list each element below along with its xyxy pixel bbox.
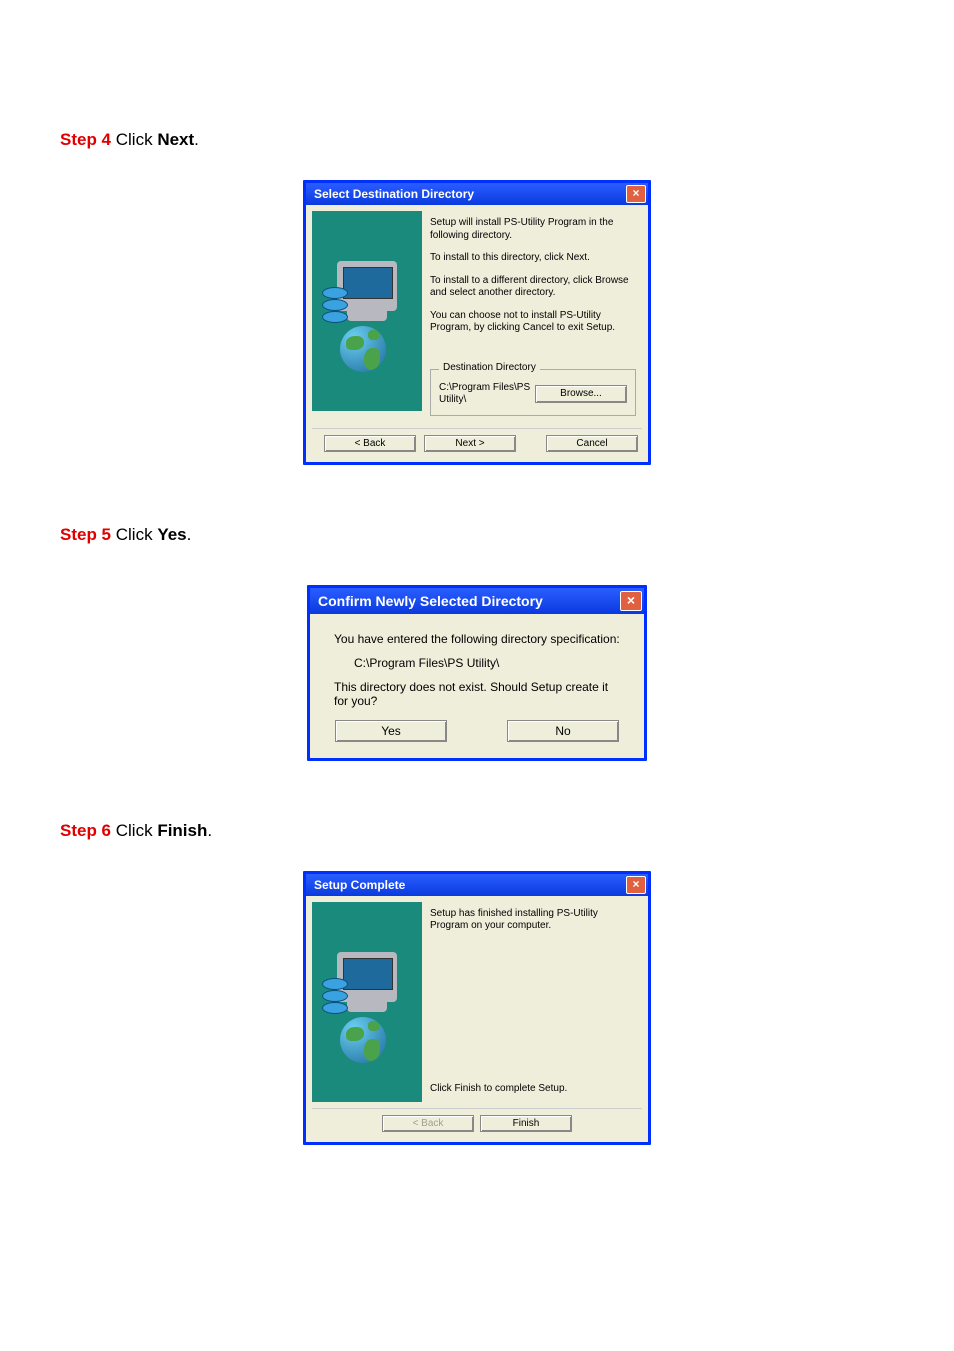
select-destination-dialog: Select Destination Directory × Se: [303, 180, 651, 465]
destination-directory-label: Destination Directory: [439, 362, 540, 375]
dialog3-title: Setup Complete: [314, 878, 405, 892]
destination-directory-path: C:\Program Files\PS Utility\: [439, 382, 535, 407]
dialog3-paragraph-2: Click Finish to complete Setup.: [430, 1083, 636, 1096]
step-6-after: .: [207, 821, 212, 840]
step-4-label: Step 4: [60, 130, 116, 149]
dialog1-paragraph-1: Setup will install PS-Utility Program in…: [430, 217, 636, 242]
no-button[interactable]: No: [507, 720, 619, 742]
step-5-label: Step 5: [60, 525, 116, 544]
back-button[interactable]: < Back: [324, 435, 416, 452]
cancel-button[interactable]: Cancel: [546, 435, 638, 452]
dialog2-title: Confirm Newly Selected Directory: [318, 593, 543, 609]
dialog1-titlebar: Select Destination Directory ×: [306, 183, 648, 205]
yes-button[interactable]: Yes: [335, 720, 447, 742]
dialog3-paragraph-1: Setup has finished installing PS-Utility…: [430, 908, 636, 933]
dialog2-titlebar: Confirm Newly Selected Directory ×: [310, 588, 644, 614]
dialog3-titlebar: Setup Complete ×: [306, 874, 648, 896]
confirm-directory-dialog: Confirm Newly Selected Directory × You h…: [307, 585, 647, 761]
step-6-text-before: Click: [116, 821, 158, 840]
confirm-line-2: This directory does not exist. Should Se…: [334, 680, 620, 708]
dialog1-title: Select Destination Directory: [314, 187, 474, 201]
step-4-instruction: Step 4 Click Next.: [60, 130, 894, 150]
close-icon[interactable]: ×: [626, 876, 646, 894]
close-icon[interactable]: ×: [626, 185, 646, 203]
step-6-instruction: Step 6 Click Finish.: [60, 821, 894, 841]
step-4-bold: Next: [157, 130, 194, 149]
dialog1-paragraph-3: To install to a different directory, cli…: [430, 275, 636, 300]
step-6-label: Step 6: [60, 821, 116, 840]
finish-button[interactable]: Finish: [480, 1115, 572, 1132]
step-4-text-before: Click: [116, 130, 158, 149]
dialog1-paragraph-4: You can choose not to install PS-Utility…: [430, 310, 636, 335]
step-6-bold: Finish: [157, 821, 207, 840]
wizard-side-graphic: [312, 902, 422, 1102]
close-icon[interactable]: ×: [620, 591, 642, 611]
destination-directory-group: Destination Directory C:\Program Files\P…: [430, 369, 636, 416]
confirm-path: C:\Program Files\PS Utility\: [334, 656, 620, 670]
step-5-after: .: [187, 525, 192, 544]
back-button-disabled: < Back: [382, 1115, 474, 1132]
step-5-text-before: Click: [116, 525, 158, 544]
step-5-instruction: Step 5 Click Yes.: [60, 525, 894, 545]
next-button[interactable]: Next >: [424, 435, 516, 452]
dialog1-paragraph-2: To install to this directory, click Next…: [430, 252, 636, 265]
step-5-bold: Yes: [157, 525, 186, 544]
wizard-side-graphic: [312, 211, 422, 411]
step-4-after: .: [194, 130, 199, 149]
browse-button[interactable]: Browse...: [535, 385, 627, 404]
setup-complete-dialog: Setup Complete × Setup has finish: [303, 871, 651, 1145]
confirm-line-1: You have entered the following directory…: [334, 632, 620, 646]
